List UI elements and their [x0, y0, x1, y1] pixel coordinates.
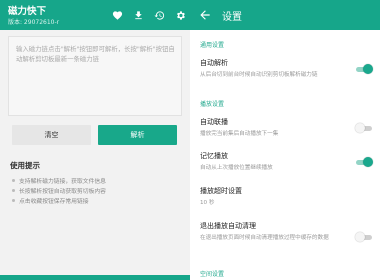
help-item: 长按解析按钮自动获取剪切板内容 [12, 185, 106, 195]
favorite-icon[interactable] [112, 10, 123, 21]
help-item-text: 长按解析按钮自动获取剪切板内容 [19, 188, 106, 195]
parse-button[interactable]: 解析 [98, 125, 177, 145]
main-screen: 磁力快下 版本: 29072610-r 输入磁力链点击"解析"按钮即可解析，长按… [0, 0, 190, 280]
section-general: 通用设置 [200, 42, 225, 49]
app-bar-actions [112, 0, 186, 30]
clear-button[interactable]: 清空 [12, 125, 91, 145]
magnet-input[interactable]: 输入磁力链点击"解析"按钮即可解析，长按"解析"按钮自动解析剪切板最新一条磁力链 [8, 36, 182, 116]
timeout-title[interactable]: 播放超时设置 [200, 186, 242, 196]
exit-clear-title[interactable]: 退出播放自动清理 [200, 221, 256, 231]
main-app-bar: 磁力快下 版本: 29072610-r [0, 0, 190, 30]
help-item-text: 点击收藏按钮保存常用链接 [19, 198, 89, 205]
auto-parse-title[interactable]: 自动解析 [200, 58, 228, 68]
settings-gear-icon[interactable] [175, 10, 186, 21]
exit-clear-toggle[interactable] [355, 232, 372, 242]
auto-play-summary: 播放完当前集后自动播放下一集 [200, 131, 279, 137]
magnet-input-placeholder: 输入磁力链点击"解析"按钮即可解析，长按"解析"按钮自动解析剪切板最新一条磁力链 [16, 45, 175, 63]
section-space: 空间设置 [200, 271, 225, 278]
app-title: 磁力快下 [8, 6, 47, 17]
help-item-text: 支持解析磁力链接，获取文件信息 [19, 178, 106, 185]
remember-play-title[interactable]: 记忆播放 [200, 151, 228, 161]
download-icon[interactable] [133, 10, 144, 21]
help-list: 支持解析磁力链接，获取文件信息 长按解析按钮自动获取剪切板内容 点击收藏按钮保存… [12, 175, 106, 205]
settings-screen: 设置 通用设置 自动解析 从后台切到前台时候自动识别剪切板解析磁力链 播放设置 … [190, 0, 380, 280]
help-title: 使用提示 [10, 161, 40, 170]
bullet-icon [12, 178, 15, 182]
remember-play-toggle[interactable] [356, 157, 373, 167]
back-arrow-icon[interactable] [198, 7, 212, 26]
section-playback: 播放设置 [200, 101, 225, 108]
auto-parse-summary: 从后台切到前台时候自动识别剪切板解析磁力链 [200, 72, 318, 78]
auto-play-title[interactable]: 自动联播 [200, 117, 228, 127]
settings-app-bar: 设置 [190, 0, 380, 30]
bottom-accent-bar [0, 275, 190, 280]
auto-play-toggle[interactable] [355, 123, 372, 133]
bullet-icon [12, 188, 15, 192]
help-item: 点击收藏按钮保存常用链接 [12, 195, 106, 205]
settings-title: 设置 [222, 12, 242, 23]
history-icon[interactable] [154, 10, 165, 21]
auto-parse-toggle[interactable] [356, 64, 373, 74]
app-version: 版本: 29072610-r [8, 19, 60, 26]
help-item: 支持解析磁力链接，获取文件信息 [12, 175, 106, 185]
remember-play-summary: 自动从上次播放位置继续播放 [200, 165, 273, 171]
bullet-icon [12, 198, 15, 202]
timeout-value: 10 秒 [200, 200, 215, 206]
exit-clear-summary: 在退出播放页面时候自动清理播放过程中缓存的数据 [200, 235, 329, 241]
